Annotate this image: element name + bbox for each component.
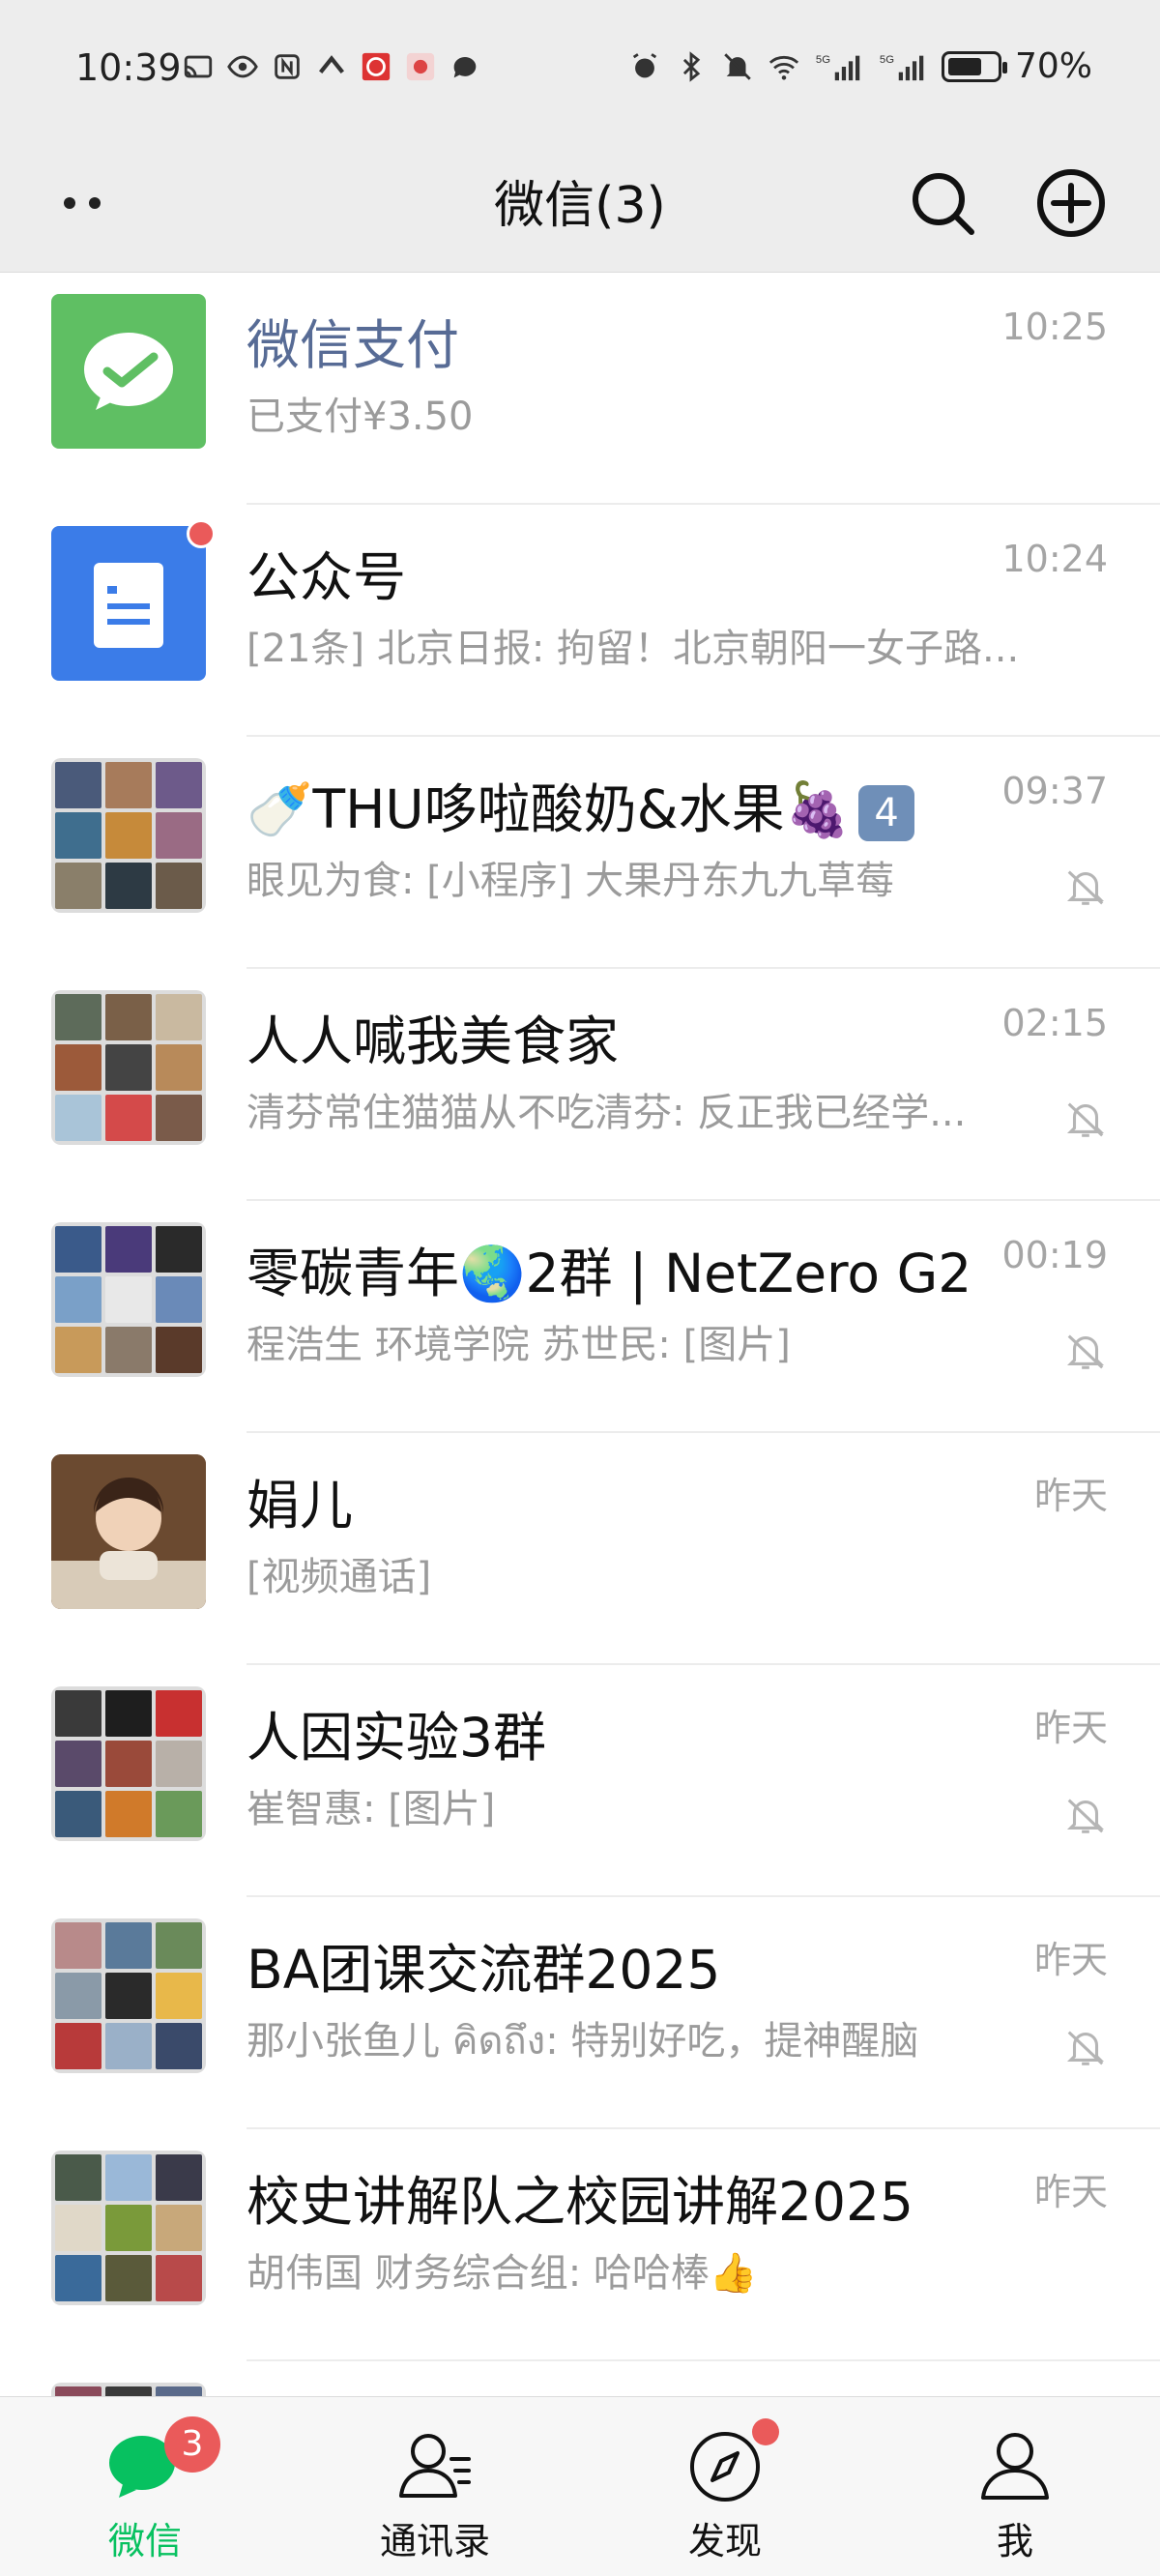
eye-icon (227, 55, 258, 78)
chat-row-partial[interactable] (0, 2361, 1160, 2396)
cast-icon (184, 55, 213, 78)
chat-row-contact[interactable]: 娟儿 [视频通话] 昨天 (0, 1433, 1160, 1665)
tab-label: 我 (996, 2520, 1033, 2562)
person-icon (981, 2433, 1049, 2500)
chat-name: 人人喊我美食家 (246, 1010, 620, 1072)
chat-time: 昨天 (1033, 1475, 1108, 1517)
tab-discover[interactable]: 发现 (580, 2397, 870, 2576)
group-avatar (51, 758, 206, 913)
mute-bell-icon (1066, 1102, 1105, 1137)
wifi-icon (768, 55, 799, 80)
chat-row-official-accounts[interactable]: 公众号 [21条] 北京日报: 拘留！北京朝阳一女子路... 10:24 (0, 505, 1160, 737)
signal-5g-icon-2: 5G (880, 53, 924, 80)
nfc-icon (275, 54, 300, 79)
chat-list: 微信支付 已支付¥3.50 10:25 公众号 [21条] 北京日报: 拘留！北… (0, 273, 1160, 2396)
mute-bell-icon (1066, 870, 1105, 905)
chat-time: 昨天 (1033, 1939, 1108, 1981)
bluetooth-icon (682, 50, 701, 82)
contacts-icon (399, 2434, 471, 2498)
chat-name: BA团课交流群2025 (246, 1939, 721, 2001)
clock: 10:39 (75, 46, 182, 89)
chat-row-group[interactable]: BA团课交流群2025 那小张鱼儿 คิดถึง: 特别好吃，提神醒脑 昨天 (0, 1897, 1160, 2129)
bottom-tab-bar: 3 微信 通讯录 发现 我 (0, 2396, 1160, 2576)
chat-name: 娟儿 (246, 1475, 354, 1537)
chat-time: 10:25 (1001, 306, 1108, 348)
chat-time: 昨天 (1033, 1707, 1108, 1749)
chat-preview: 那小张鱼儿 คิดถึง: 特别好吃，提神醒脑 (246, 2019, 919, 2064)
group-avatar (51, 1918, 206, 2073)
status-system-icons: 5G 5G 70% (628, 46, 1092, 86)
contact-avatar (51, 1454, 206, 1609)
chat-preview: [视频通话] (246, 1555, 432, 1599)
svg-text:5G: 5G (816, 53, 830, 65)
chat-name: 🍼THU哆啦酸奶&水果🍇 4 (246, 766, 915, 843)
alarm-icon (632, 52, 657, 77)
chat-name: 人因实验3群 (246, 1707, 546, 1769)
app-notify-icon (319, 55, 344, 73)
chat-name: 公众号 (246, 546, 407, 608)
chat-name: 校史讲解队之校园讲解2025 (246, 2171, 914, 2233)
status-notification-icons (182, 50, 481, 83)
chat-preview: 清芬常住猫猫从不吃清芬: 反正我已经学... (246, 1091, 967, 1135)
group-avatar (51, 1686, 206, 1841)
wechat-pay-logo-icon (84, 333, 173, 410)
chat-row-group[interactable]: 人人喊我美食家 清芬常住猫猫从不吃清芬: 反正我已经学... 02:15 (0, 969, 1160, 1201)
group-avatar (51, 2151, 206, 2305)
chat-time: 09:37 (1001, 770, 1108, 812)
official-accounts-avatar (51, 526, 206, 681)
document-icon (94, 563, 163, 648)
app-header: 微信(3) (0, 135, 1160, 273)
bank-app-icon (362, 52, 391, 81)
group-avatar (51, 1222, 206, 1377)
chat-name: 微信支付 (246, 314, 460, 376)
chat-time: 02:15 (1001, 1002, 1108, 1044)
tab-chats[interactable]: 3 微信 (0, 2397, 290, 2576)
chat-preview: 崔智惠: [图片] (246, 1787, 496, 1831)
group-avatar (51, 990, 206, 1145)
battery-level: 70% (1014, 46, 1092, 86)
chat-preview: 胡伟国 财务综合组: 哈哈棒👍 (246, 2251, 758, 2296)
battery-icon (941, 50, 1007, 82)
chat-row-group[interactable]: 校史讲解队之校园讲解2025 胡伟国 财务综合组: 哈哈棒👍 昨天 (0, 2129, 1160, 2361)
tab-me[interactable]: 我 (870, 2397, 1160, 2576)
chat-preview: 眼见为食: [小程序] 大果丹东九九草莓 (246, 859, 895, 903)
new-dot (752, 2418, 779, 2445)
unread-dot (187, 519, 216, 548)
chat-preview: 程浩生 环境学院 苏世民: [图片] (246, 1323, 791, 1367)
status-bar: 10:39 5G 5G 70% (0, 0, 1160, 135)
tab-label: 微信 (107, 2520, 182, 2562)
shopping-app-icon (406, 52, 435, 81)
bell-off-icon (724, 52, 751, 80)
tab-label: 发现 (687, 2520, 762, 2562)
search-icon[interactable] (904, 164, 981, 242)
chat-row-group[interactable]: 零碳青年🌏2群 | NetZero G2 程浩生 环境学院 苏世民: [图片] … (0, 1201, 1160, 1433)
mute-bell-icon (1066, 1334, 1105, 1369)
chat-row-group[interactable]: 🍼THU哆啦酸奶&水果🍇 4 眼见为食: [小程序] 大果丹东九九草莓 09:37 (0, 737, 1160, 969)
chat-preview: 已支付¥3.50 (246, 395, 474, 439)
mute-bell-icon (1066, 1799, 1105, 1833)
chat-time: 10:24 (1001, 538, 1108, 580)
chat-name: 零碳青年🌏2群 | NetZero G2 (246, 1243, 972, 1304)
chat-time: 昨天 (1033, 2171, 1108, 2213)
plus-circle-icon[interactable] (1032, 164, 1110, 242)
keycap-badge: 4 (858, 784, 915, 841)
chat-preview: [21条] 北京日报: 拘留！北京朝阳一女子路... (246, 627, 1020, 671)
unread-count-badge: 3 (164, 2416, 220, 2473)
tab-contacts[interactable]: 通讯录 (290, 2397, 580, 2576)
group-avatar (51, 2383, 206, 2396)
chat-time: 00:19 (1001, 1234, 1108, 1276)
chat-row-wechat-pay[interactable]: 微信支付 已支付¥3.50 10:25 (0, 273, 1160, 505)
chat-row-group[interactable]: 人因实验3群 崔智惠: [图片] 昨天 (0, 1665, 1160, 1897)
svg-text:5G: 5G (880, 53, 894, 65)
mute-bell-icon (1066, 2031, 1105, 2065)
chat-bubble-icon (453, 56, 477, 78)
signal-5g-icon: 5G (816, 53, 860, 80)
page-title: 微信(3) (494, 177, 666, 235)
wechat-pay-avatar (51, 294, 206, 449)
portrait-avatar (51, 1454, 206, 1609)
tab-label: 通讯录 (379, 2520, 490, 2562)
